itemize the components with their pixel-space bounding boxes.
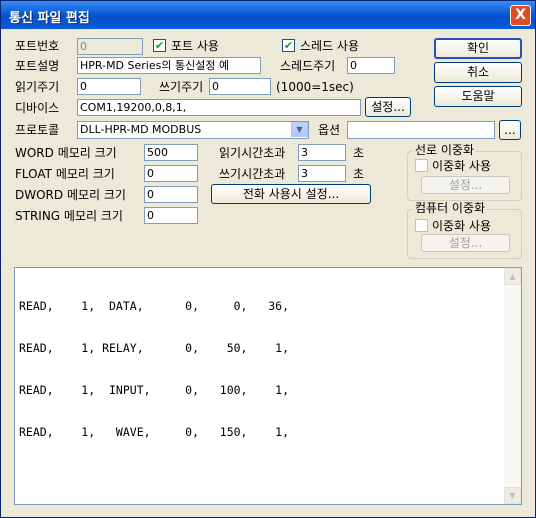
thread-use-checkbox[interactable]: ✔ [282, 39, 295, 52]
dword-mem-label: DWORD 메모리 크기 [15, 188, 126, 202]
line-redundancy-checkbox[interactable] [415, 159, 428, 172]
thread-period-field[interactable]: 0 [347, 57, 395, 74]
read-timeout-unit: 초 [353, 146, 365, 160]
script-lines: READ, 1, DATA, 0, 0, 36, READ, 1, RELAY,… [19, 271, 289, 467]
option-label: 옵션 [318, 123, 341, 137]
ok-button[interactable]: 확인 [434, 38, 522, 59]
device-label: 디바이스 [15, 101, 60, 115]
read-timeout-field[interactable]: 3 [298, 144, 346, 161]
thread-use-label: 스레드 사용 [300, 39, 360, 53]
script-line: READ, 1, RELAY, 0, 50, 1, [19, 341, 290, 355]
read-timeout-label: 읽기시간초과 [219, 146, 286, 160]
port-number-label: 포트번호 [15, 39, 60, 53]
phone-settings-button[interactable]: 전화 사용시 설정... [211, 184, 371, 204]
dialog-window: 통신 파일 편집 X 포트번호 0 ✔ 포트 사용 ✔ 스레드 사용 포트설명 … [0, 0, 536, 518]
port-use-label: 포트 사용 [171, 39, 219, 53]
read-period-field[interactable]: 0 [77, 78, 141, 95]
option-field[interactable] [347, 121, 495, 139]
write-timeout-field[interactable]: 3 [298, 165, 346, 182]
port-number-field: 0 [77, 38, 143, 55]
port-desc-label: 포트설명 [15, 59, 60, 73]
port-desc-field[interactable]: HPR-MD Series의 통신설정 예 [77, 57, 261, 74]
write-period-field[interactable]: 0 [209, 78, 271, 95]
title-bar[interactable]: 통신 파일 편집 X [1, 1, 535, 29]
line-redundancy-settings-button[interactable]: 설정... [421, 176, 510, 194]
script-line: READ, 1, WAVE, 0, 150, 1, [19, 425, 290, 439]
line-redundancy-check-label: 이중화 사용 [432, 159, 492, 173]
device-field[interactable]: COM1,19200,0,8,1, [77, 99, 361, 116]
scroll-up-icon[interactable]: ▲ [504, 268, 521, 285]
write-timeout-label: 쓰기시간초과 [219, 167, 286, 181]
script-editor[interactable]: READ, 1, DATA, 0, 0, 36, READ, 1, RELAY,… [14, 267, 522, 505]
computer-redundancy-settings-button[interactable]: 설정... [421, 234, 510, 252]
string-mem-field[interactable]: 0 [144, 207, 198, 224]
computer-redundancy-title: 컴퓨터 이중화 [413, 201, 488, 215]
protocol-value: DLL-HPR-MD MODBUS [80, 123, 202, 136]
float-mem-label: FLOAT 메모리 크기 [15, 167, 115, 181]
scroll-down-icon[interactable]: ▼ [504, 487, 521, 504]
computer-redundancy-check-label: 이중화 사용 [432, 219, 492, 233]
option-browse-button[interactable]: ... [499, 120, 521, 140]
vertical-scrollbar[interactable]: ▲ ▼ [504, 268, 521, 504]
string-mem-label: STRING 메모리 크기 [15, 209, 123, 223]
device-settings-button[interactable]: 설정... [365, 97, 411, 117]
float-mem-field[interactable]: 0 [144, 165, 198, 182]
word-mem-label: WORD 메모리 크기 [15, 146, 117, 160]
thread-period-label: 스레드주기 [280, 59, 336, 73]
protocol-select[interactable]: DLL-HPR-MD MODBUS [77, 121, 309, 139]
script-line: READ, 1, DATA, 0, 0, 36, [19, 299, 290, 313]
write-period-label: 쓰기주기 [159, 80, 204, 94]
computer-redundancy-checkbox[interactable] [415, 219, 428, 232]
line-redundancy-title: 선로 이중화 [413, 143, 477, 157]
chevron-down-icon[interactable]: ▼ [291, 122, 308, 137]
dword-mem-field[interactable]: 0 [144, 186, 198, 203]
port-use-checkbox[interactable]: ✔ [153, 39, 166, 52]
close-button[interactable]: X [510, 5, 531, 26]
help-button[interactable]: 도움말 [434, 86, 522, 107]
window-title: 통신 파일 편집 [9, 11, 90, 26]
word-mem-field[interactable]: 500 [144, 144, 198, 161]
protocol-label: 프로토콜 [15, 123, 60, 137]
write-timeout-unit: 초 [353, 167, 365, 181]
read-period-label: 읽기주기 [15, 80, 60, 94]
script-line: READ, 1, INPUT, 0, 100, 1, [19, 383, 290, 397]
cancel-button[interactable]: 취소 [434, 62, 522, 83]
period-unit-label: (1000=1sec) [276, 80, 354, 94]
